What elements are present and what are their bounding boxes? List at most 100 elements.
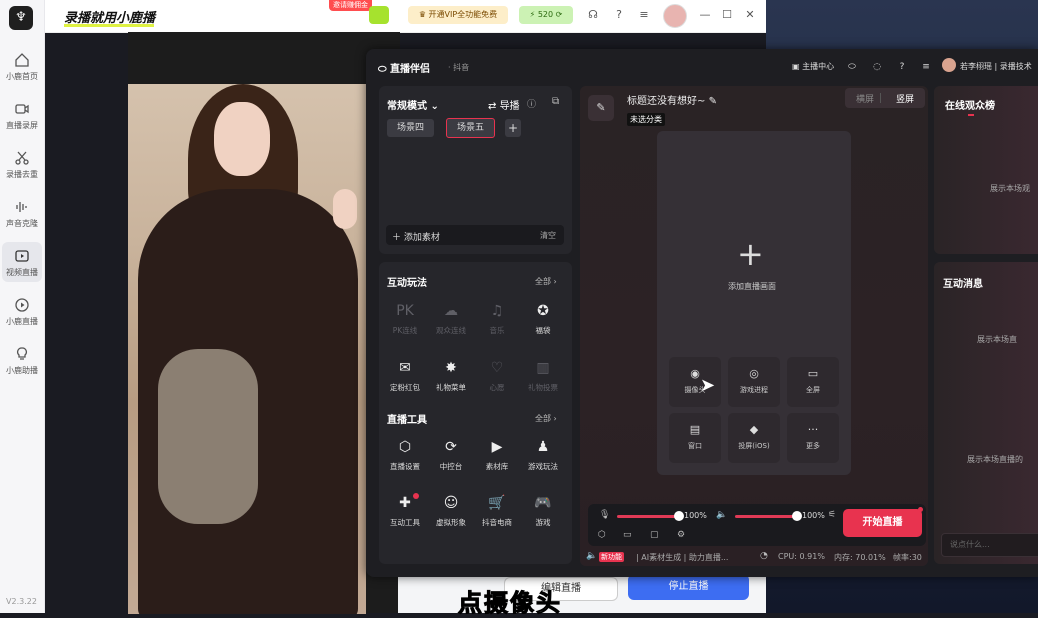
plus-icon: ＋ — [392, 233, 404, 243]
source-icon: ◎ — [749, 367, 759, 380]
source-button[interactable]: ◆ 投屏(iOS) — [728, 413, 780, 463]
host-center-link[interactable]: ▣ 主播中心 — [792, 61, 834, 72]
landscape-option[interactable]: 横屏 — [856, 92, 874, 105]
interactive-item-icon: ▥ — [536, 360, 550, 376]
popout-icon[interactable]: ⧉ — [552, 96, 559, 107]
help-icon[interactable]: ? — [612, 8, 626, 22]
mode-dropdown[interactable]: 常规模式 ⌄ — [387, 97, 439, 112]
mic-volume-slider[interactable] — [617, 515, 679, 518]
headset-icon[interactable]: ☊ — [586, 8, 600, 22]
user-avatar[interactable] — [663, 4, 687, 28]
source-label: 投屏(iOS) — [738, 442, 770, 450]
interactive-item[interactable]: ♫ 音乐 — [477, 301, 517, 336]
beauty-icon[interactable]: ⬡ — [598, 530, 606, 540]
notification-dot — [413, 493, 419, 499]
help-icon[interactable]: ? — [896, 61, 908, 73]
stream-title[interactable]: 标题还没有想好~ ✎ — [627, 92, 717, 107]
vip-button[interactable]: ♛ 开通VIP全功能免费 — [408, 6, 508, 24]
tool-item[interactable]: 🎮 游戏 — [523, 493, 563, 528]
source-button[interactable]: ··· 更多 — [787, 413, 839, 463]
sidebar-item-assist[interactable]: 小鹿助播 — [0, 346, 44, 376]
menu-icon[interactable]: ≡ — [637, 8, 651, 22]
interactive-item[interactable]: ✸ 礼物菜单 — [431, 358, 471, 393]
interactive-item-label: 音乐 — [489, 326, 505, 335]
screen-icon[interactable]: ▭ — [623, 530, 632, 540]
start-live-button[interactable]: 开始直播 — [843, 509, 922, 537]
edit-cover-button[interactable]: ✎ — [588, 95, 614, 121]
app-slogan: 录播就用小鹿播 — [64, 11, 156, 26]
speaker-volume-slider[interactable] — [735, 515, 797, 518]
mic-volume-knob[interactable] — [674, 511, 684, 521]
minimize-icon[interactable]: — — [698, 8, 712, 22]
sidebar-item-label: 声音克隆 — [6, 219, 38, 228]
sidebar-item-video-live[interactable]: 视频直播 — [2, 242, 42, 282]
tab-scene-4[interactable]: 场景四 — [387, 119, 435, 137]
add-scene-button[interactable]: + — [505, 119, 521, 137]
maximize-icon[interactable]: ☐ — [720, 8, 734, 22]
interactive-all-link[interactable]: 全部 › — [535, 276, 557, 287]
speaker-icon[interactable]: 🔈 — [716, 510, 727, 520]
scissors-icon — [15, 151, 29, 165]
ai-material-link[interactable]: | AI素材生成 | 助力直播... — [636, 552, 746, 563]
tool-item[interactable]: ♟ 游戏玩法 — [523, 437, 563, 472]
source-button[interactable]: ◎ 游戏进程 — [728, 357, 780, 407]
interactive-item[interactable]: ♡ 心愿 — [477, 358, 517, 393]
speedometer-icon: ◔ — [760, 551, 768, 561]
gift-box-icon[interactable] — [369, 6, 389, 24]
viewers-title[interactable]: 在线观众榜 — [945, 97, 995, 112]
tool-item[interactable]: ☺ 虚拟形象 — [431, 493, 471, 528]
source-button[interactable]: ▤ 窗口 — [669, 413, 721, 463]
coin-balance-button[interactable]: ⚡ 520 ⟳ — [519, 6, 573, 24]
sidebar-item-xiaolu-live[interactable]: 小鹿直播 — [0, 297, 44, 327]
interactive-item[interactable]: PK PK连线 — [385, 301, 425, 336]
sidebar-item-screen-record[interactable]: 直播录屏 — [0, 101, 44, 131]
message-input[interactable]: 说点什么... — [941, 533, 1038, 557]
source-button[interactable]: ▭ 全屏 — [787, 357, 839, 407]
microphone-icon[interactable]: 🎙 — [599, 510, 610, 520]
speaker-volume-knob[interactable] — [792, 511, 802, 521]
tools-all-link[interactable]: 全部 › — [535, 413, 557, 424]
chart-icon: ▣ — [792, 62, 803, 71]
tool-item-label: 游戏玩法 — [528, 462, 558, 471]
promo-badge[interactable]: 邀请赚佣金 — [329, 0, 372, 11]
stop-live-button[interactable]: 停止直播 — [628, 574, 749, 600]
portrait-option[interactable]: 竖屏 — [896, 92, 914, 105]
interactive-item[interactable]: ✪ 福袋 — [523, 301, 563, 336]
interactive-item[interactable]: ▥ 礼物投票 — [523, 358, 563, 393]
live-preview-image — [128, 84, 366, 614]
tool-item[interactable]: ✚ 互动工具 — [385, 493, 425, 528]
sidebar-item-dedupe[interactable]: 录播去重 — [0, 150, 44, 180]
interactive-item-icon: ♫ — [490, 303, 504, 319]
add-material-button[interactable]: ＋ 添加素材 — [392, 230, 440, 243]
interactive-item[interactable]: ✉ 定粉红包 — [385, 358, 425, 393]
sidebar-item-label: 录播去重 — [6, 170, 38, 179]
menu-icon[interactable]: ≡ — [920, 61, 932, 73]
lightbulb-icon — [17, 347, 27, 360]
tool-item[interactable]: ▶ 素材库 — [477, 437, 517, 472]
tab-scene-5[interactable]: 场景五 — [446, 118, 496, 138]
sidebar-item-home[interactable]: 小鹿首页 — [0, 52, 44, 82]
volume-icon[interactable]: 🔈 — [586, 551, 597, 561]
tool-item[interactable]: ⟳ 中控台 — [431, 437, 471, 472]
interactive-item-icon: ✪ — [537, 303, 549, 319]
close-icon[interactable]: ✕ — [743, 8, 757, 22]
sidebar-item-voice-clone[interactable]: 声音克隆 — [0, 199, 44, 229]
clear-button[interactable]: 清空 — [540, 230, 556, 241]
tool-item[interactable]: ⬡ 直播设置 — [385, 437, 425, 472]
equalizer-icon[interactable]: ⚟ — [828, 510, 836, 520]
category-tag[interactable]: 未选分类 — [627, 113, 665, 126]
camera-icon[interactable]: ▢ — [650, 530, 659, 540]
interactive-item[interactable]: ☁ 观众连线 — [431, 301, 471, 336]
message-icon[interactable]: ◌ — [871, 61, 883, 73]
streamer-avatar[interactable] — [942, 58, 956, 72]
tool-item[interactable]: 🛒 抖音电商 — [477, 493, 517, 528]
add-screen-plus-icon[interactable]: + — [737, 238, 764, 270]
settings-icon[interactable]: ⚙ — [677, 530, 685, 540]
new-feature-badge[interactable]: 新功能 — [599, 552, 624, 562]
tool-item-label: 抖音电商 — [482, 518, 512, 527]
guide-button[interactable]: ⇄ 导播 — [488, 97, 520, 112]
gamepad-icon[interactable]: ⬭ — [846, 61, 858, 73]
help-icon[interactable]: ⓘ — [527, 97, 536, 110]
add-screen-label[interactable]: 添加直播画面 — [728, 281, 776, 292]
streamer-name[interactable]: 若李栩瑶 | 录播技术 — [960, 61, 1038, 72]
